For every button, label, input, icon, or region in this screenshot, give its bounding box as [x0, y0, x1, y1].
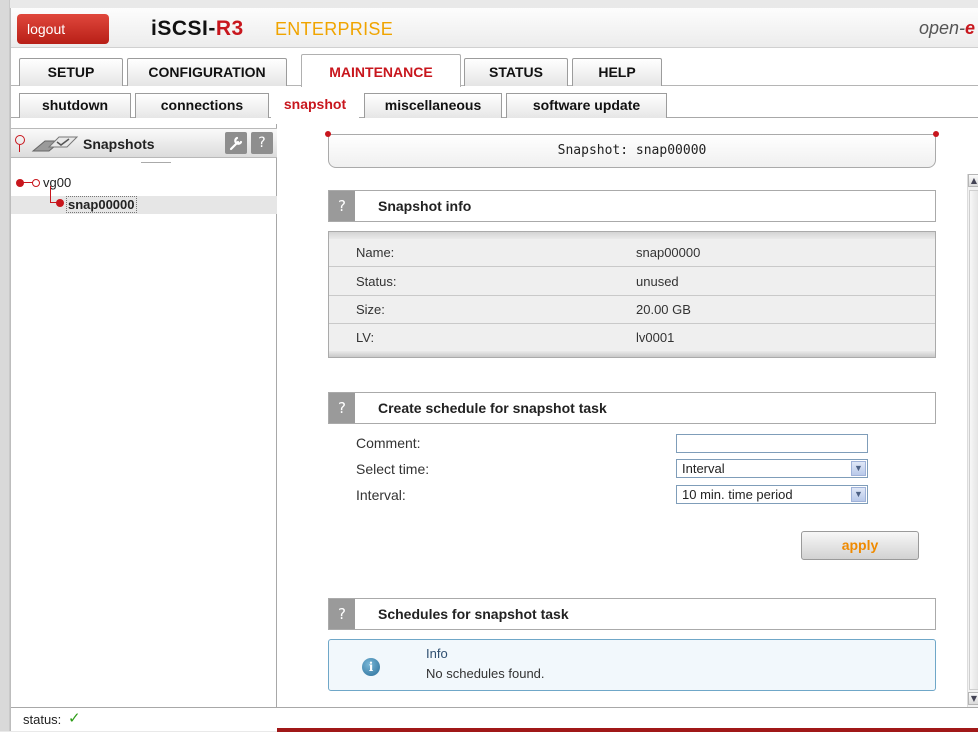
- create-schedule-header: ? Create schedule for snapshot task: [328, 392, 936, 424]
- product-edition: ENTERPRISE: [275, 19, 394, 39]
- interval-value: 10 min. time period: [682, 487, 793, 502]
- subtab-software-update[interactable]: software update: [506, 93, 667, 118]
- create-schedule-help-button[interactable]: ?: [329, 393, 355, 423]
- scrollbar-thumb[interactable]: [969, 190, 978, 690]
- info-value: unused: [636, 274, 679, 289]
- tree-node-ring-icon: [32, 179, 40, 187]
- checkmark-icon: ✓: [68, 709, 81, 727]
- table-bottom-bar: [329, 351, 935, 357]
- tab-maintenance[interactable]: MAINTENANCE: [301, 54, 461, 87]
- info-box-title: Info: [426, 646, 448, 661]
- main-frame: logout iSCSI-R3 ENTERPRISE open-e SETUP …: [10, 8, 978, 732]
- vendor-name-suffix: e: [964, 18, 975, 38]
- tree-node-dot-icon: [56, 199, 64, 207]
- schedules-title: Schedules for snapshot task: [378, 606, 569, 622]
- select-time-label: Select time:: [356, 461, 430, 477]
- tree-node-snap00000[interactable]: snap00000: [66, 196, 137, 213]
- tab-status[interactable]: STATUS: [464, 58, 568, 86]
- logout-button[interactable]: logout: [17, 14, 109, 44]
- comment-field[interactable]: [676, 434, 868, 453]
- table-row: Status: unused: [329, 268, 935, 296]
- content-area: Snapshot: snap00000 ? Snapshot info Name…: [278, 124, 978, 707]
- header-bar: logout iSCSI-R3 ENTERPRISE open-e: [11, 8, 978, 48]
- subtab-miscellaneous[interactable]: miscellaneous: [364, 93, 502, 118]
- chevron-down-icon[interactable]: ▼: [851, 461, 866, 476]
- title-corner-dot-icon: [325, 131, 331, 137]
- schedules-help-button[interactable]: ?: [329, 599, 355, 629]
- page-title: Snapshot: snap00000: [325, 131, 939, 168]
- snapshot-info-table: Name: snap00000 Status: unused Size: 20.…: [328, 231, 936, 358]
- interval-label: Interval:: [356, 487, 406, 503]
- product-logo: iSCSI-R3: [151, 17, 244, 41]
- comment-label: Comment:: [356, 435, 421, 451]
- info-key: Name:: [356, 245, 395, 260]
- tree-connector: [50, 186, 51, 202]
- app-window: logout iSCSI-R3 ENTERPRISE open-e SETUP …: [0, 0, 978, 732]
- subtab-connections[interactable]: connections: [135, 93, 269, 118]
- product-name: iSCSI-: [151, 17, 216, 40]
- select-time-dropdown[interactable]: Interval ▼: [676, 459, 868, 478]
- tree-panel: Snapshots ? vg00 snap00000: [11, 124, 277, 707]
- apply-button[interactable]: apply: [801, 531, 919, 560]
- table-top-bar: [329, 232, 935, 239]
- subtab-snapshot[interactable]: snapshot: [271, 90, 359, 119]
- tree-node-vg00[interactable]: vg00: [43, 175, 71, 190]
- snapshot-info-help-button[interactable]: ?: [329, 191, 355, 221]
- tab-setup[interactable]: SETUP: [19, 58, 123, 86]
- tree-title: Snapshots: [83, 136, 155, 152]
- wrench-icon[interactable]: [225, 132, 247, 154]
- tree-node-dot-icon: [16, 179, 24, 187]
- scroll-up-icon[interactable]: ▲: [968, 174, 978, 187]
- snapshot-info-header: ? Snapshot info: [328, 190, 936, 222]
- page-title-text: Snapshot: snap00000: [557, 143, 707, 158]
- frame-left-gutter: [0, 0, 10, 731]
- sub-tab-bar: shutdown connections snapshot miscellane…: [11, 90, 978, 119]
- create-schedule-title: Create schedule for snapshot task: [378, 400, 607, 416]
- status-bar: status: ✓: [11, 707, 978, 732]
- info-key: Status:: [356, 274, 397, 289]
- chevron-down-icon[interactable]: ▼: [851, 487, 866, 502]
- select-time-value: Interval: [682, 461, 725, 476]
- vendor-logo: open-e: [919, 18, 975, 39]
- info-value: snap00000: [636, 245, 701, 260]
- title-corner-dot-icon: [933, 131, 939, 137]
- tree-help-button[interactable]: ?: [251, 132, 273, 154]
- table-row: Name: snap00000: [329, 239, 935, 267]
- schedules-info-box: i Info No schedules found.: [328, 639, 936, 691]
- snapshots-icon: [31, 136, 79, 152]
- schedules-header: ? Schedules for snapshot task: [328, 598, 936, 630]
- info-box-message: No schedules found.: [426, 666, 545, 681]
- subtab-shutdown[interactable]: shutdown: [19, 93, 131, 118]
- tab-help[interactable]: HELP: [572, 58, 662, 86]
- info-icon: i: [362, 658, 380, 676]
- content-scrollbar[interactable]: ▲ ▼: [967, 174, 978, 707]
- scroll-down-icon[interactable]: ▼: [968, 692, 978, 705]
- status-accent-line: [277, 728, 978, 732]
- tree-header: Snapshots ?: [11, 128, 277, 158]
- table-row: Size: 20.00 GB: [329, 296, 935, 324]
- tree-pin-icon: [15, 135, 25, 152]
- interval-dropdown[interactable]: 10 min. time period ▼: [676, 485, 868, 504]
- tab-configuration[interactable]: CONFIGURATION: [127, 58, 287, 86]
- info-key: LV:: [356, 330, 375, 345]
- snapshot-info-title: Snapshot info: [378, 198, 472, 214]
- info-key: Size:: [356, 302, 385, 317]
- vendor-name: open-: [918, 18, 965, 38]
- tree-resize-handle[interactable]: [141, 158, 171, 163]
- info-value: lv0001: [636, 330, 675, 345]
- main-tab-bar: SETUP CONFIGURATION MAINTENANCE STATUS H…: [11, 54, 978, 87]
- table-row: LV: lv0001: [329, 324, 935, 352]
- status-label: status:: [23, 712, 62, 727]
- info-value: 20.00 GB: [636, 302, 691, 317]
- product-version: R3: [215, 17, 244, 40]
